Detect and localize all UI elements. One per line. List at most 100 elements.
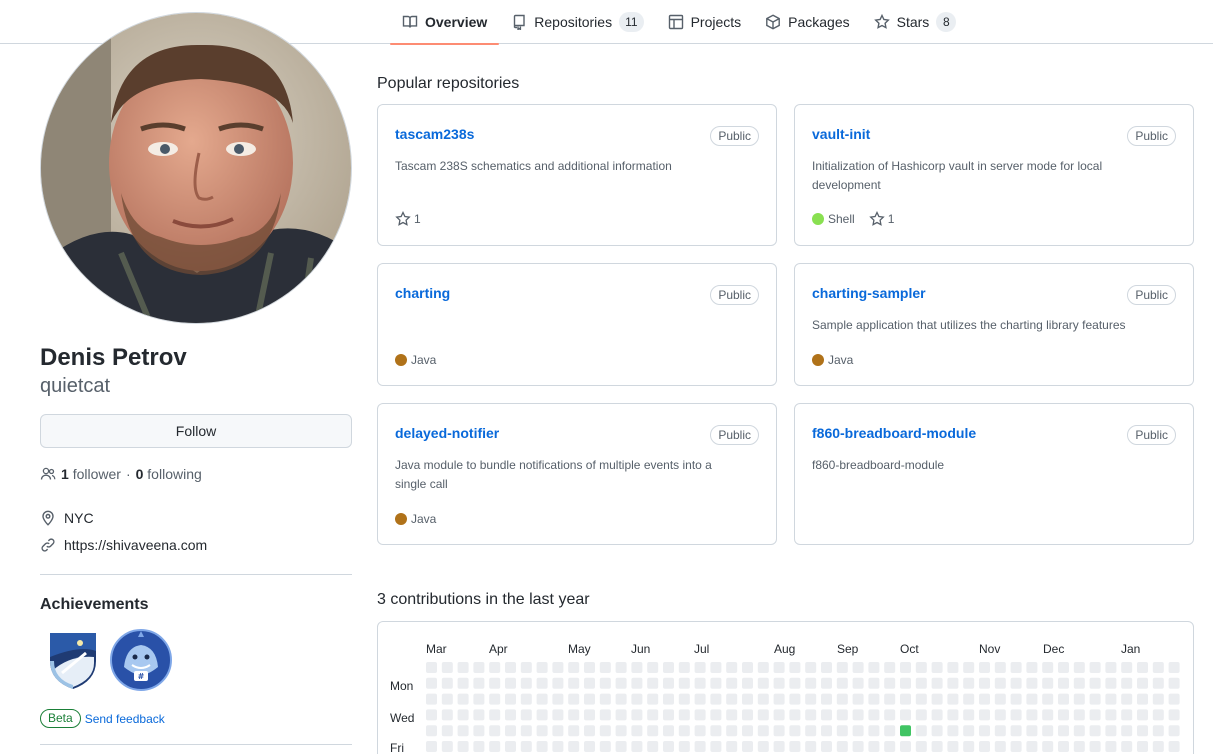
contribution-day[interactable] [473, 662, 485, 673]
contribution-day[interactable] [1105, 677, 1117, 689]
contribution-day[interactable] [584, 693, 595, 705]
tab-repositories[interactable]: Repositories 11 [499, 0, 655, 44]
contribution-day[interactable] [647, 693, 659, 705]
contribution-day[interactable] [520, 725, 532, 737]
contribution-day[interactable] [726, 693, 738, 705]
contribution-day[interactable] [757, 662, 769, 673]
contribution-day[interactable] [1152, 677, 1164, 689]
contribution-day[interactable] [584, 725, 595, 737]
contribution-day-active[interactable] [900, 725, 911, 737]
contribution-day[interactable] [1010, 725, 1022, 737]
contribution-day[interactable] [947, 725, 959, 737]
contribution-day[interactable] [710, 741, 722, 752]
contribution-day[interactable] [426, 662, 437, 673]
contribution-day[interactable] [915, 662, 927, 673]
contribution-day[interactable] [979, 709, 990, 721]
contribution-day[interactable] [773, 709, 785, 721]
contribution-day[interactable] [615, 662, 627, 673]
contribution-day[interactable] [868, 693, 880, 705]
contribution-day[interactable] [552, 725, 564, 737]
contribution-day[interactable] [868, 725, 880, 737]
contribution-day[interactable] [663, 741, 674, 752]
stargazers-link[interactable]: 1 [868, 211, 894, 227]
contribution-day[interactable] [757, 725, 769, 737]
contribution-day[interactable] [1121, 662, 1133, 673]
contribution-day[interactable] [1137, 677, 1148, 689]
contribution-day[interactable] [757, 693, 769, 705]
contribution-day[interactable] [457, 741, 469, 752]
contribution-day[interactable] [1137, 662, 1148, 673]
contribution-day[interactable] [868, 709, 880, 721]
contribution-day[interactable] [1073, 709, 1085, 721]
contribution-day[interactable] [1073, 677, 1085, 689]
contribution-day[interactable] [1010, 741, 1022, 752]
contribution-day[interactable] [1168, 709, 1180, 721]
contribution-day[interactable] [1121, 677, 1133, 689]
contribution-day[interactable] [726, 709, 738, 721]
contribution-day[interactable] [900, 741, 911, 752]
contribution-day[interactable] [1089, 677, 1101, 689]
contribution-day[interactable] [568, 693, 580, 705]
contribution-day[interactable] [1152, 709, 1164, 721]
contribution-day[interactable] [757, 677, 769, 689]
contribution-day[interactable] [789, 677, 801, 689]
contribution-day[interactable] [931, 677, 943, 689]
contribution-day[interactable] [520, 677, 532, 689]
contribution-day[interactable] [1058, 677, 1069, 689]
contribution-day[interactable] [663, 662, 674, 673]
contribution-day[interactable] [805, 677, 817, 689]
contribution-day[interactable] [1168, 741, 1180, 752]
contribution-day[interactable] [1026, 662, 1038, 673]
contribution-day[interactable] [489, 693, 501, 705]
contribution-day[interactable] [457, 693, 469, 705]
contribution-day[interactable] [678, 709, 690, 721]
contribution-day[interactable] [994, 741, 1006, 752]
contribution-day[interactable] [599, 709, 611, 721]
contribution-day[interactable] [773, 662, 785, 673]
tab-stars[interactable]: Stars 8 [862, 0, 969, 44]
contribution-day[interactable] [789, 741, 801, 752]
contribution-day[interactable] [852, 693, 864, 705]
contribution-day[interactable] [805, 741, 817, 752]
contribution-day[interactable] [773, 725, 785, 737]
contribution-day[interactable] [584, 709, 595, 721]
contribution-day[interactable] [489, 725, 501, 737]
contribution-day[interactable] [710, 693, 722, 705]
contribution-day[interactable] [805, 662, 817, 673]
send-feedback-link[interactable]: Send feedback [85, 712, 165, 726]
contribution-day[interactable] [915, 741, 927, 752]
contribution-day[interactable] [694, 677, 706, 689]
contribution-day[interactable] [836, 693, 848, 705]
contribution-day[interactable] [568, 725, 580, 737]
contribution-day[interactable] [742, 709, 753, 721]
contribution-day[interactable] [1058, 693, 1069, 705]
contribution-day[interactable] [773, 741, 785, 752]
arctic-code-vault-badge-icon[interactable] [40, 627, 106, 693]
contribution-day[interactable] [663, 677, 674, 689]
contribution-day[interactable] [520, 693, 532, 705]
contribution-day[interactable] [647, 662, 659, 673]
contribution-day[interactable] [505, 662, 516, 673]
contribution-day[interactable] [568, 741, 580, 752]
contribution-day[interactable] [457, 677, 469, 689]
contribution-day[interactable] [1105, 662, 1117, 673]
repo-name-link[interactable]: f860-breadboard-module [812, 425, 976, 441]
contribution-day[interactable] [663, 709, 674, 721]
followers-link[interactable]: 1 follower [61, 466, 121, 482]
contribution-day[interactable] [1042, 709, 1054, 721]
contribution-day[interactable] [631, 709, 643, 721]
contribution-day[interactable] [473, 741, 485, 752]
contribution-day[interactable] [505, 693, 516, 705]
tab-packages[interactable]: Packages [753, 0, 861, 44]
contribution-day[interactable] [631, 662, 643, 673]
contribution-day[interactable] [678, 662, 690, 673]
contribution-day[interactable] [694, 709, 706, 721]
contribution-day[interactable] [552, 677, 564, 689]
contribution-day[interactable] [505, 677, 516, 689]
contribution-day[interactable] [473, 709, 485, 721]
contribution-day[interactable] [457, 709, 469, 721]
contribution-day[interactable] [647, 741, 659, 752]
contribution-day[interactable] [631, 725, 643, 737]
contribution-day[interactable] [915, 709, 927, 721]
contribution-day[interactable] [1137, 709, 1148, 721]
